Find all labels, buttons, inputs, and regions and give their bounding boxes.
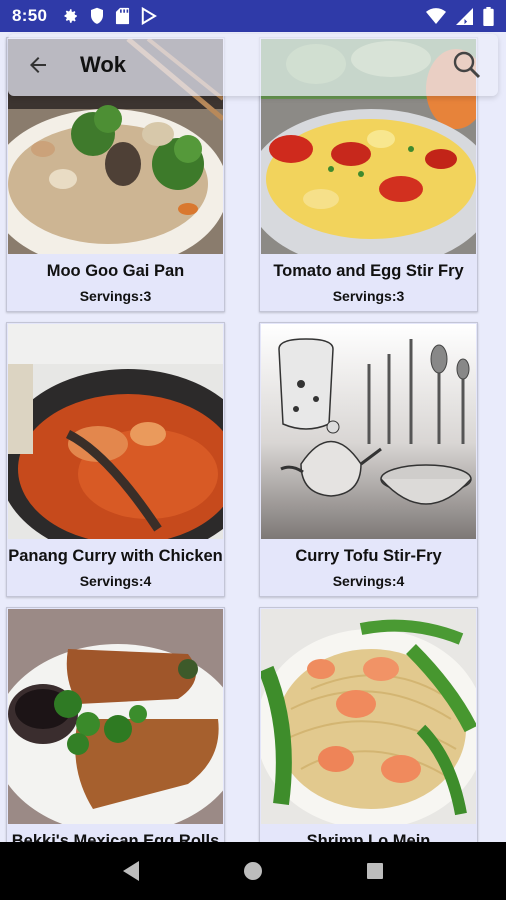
signal-icon (456, 7, 473, 25)
search-toolbar (8, 34, 498, 96)
recipe-card-mexican-egg-rolls[interactable]: Bekki's Mexican Egg Rolls (6, 607, 225, 842)
recipe-title: Tomato and Egg Stir Fry (273, 262, 464, 280)
system-nav-bar (0, 842, 506, 900)
search-icon[interactable] (450, 48, 484, 82)
recipe-photo (261, 324, 476, 539)
shield-icon (89, 7, 105, 25)
recipe-photo (8, 324, 223, 539)
recipe-title: Curry Tofu Stir-Fry (295, 547, 442, 565)
recipe-servings: Servings:3 (79, 288, 152, 304)
recipe-servings: Servings:4 (79, 573, 152, 589)
battery-icon (483, 6, 494, 26)
recipe-servings: Servings:4 (332, 573, 405, 589)
status-time: 8:50 (12, 6, 48, 25)
recipe-photo (261, 609, 476, 824)
recipe-grid: Moo Goo Gai Pan Servings:3 Tomato and Eg… (0, 32, 506, 842)
recipe-title: Panang Curry with Chicken (8, 547, 223, 565)
status-left-icons (61, 7, 158, 25)
sd-card-icon (115, 7, 130, 25)
recipe-card-shrimp-lo-mein[interactable]: Shrimp Lo Mein (259, 607, 478, 842)
status-right-icons (426, 6, 494, 26)
gear-icon (61, 7, 79, 25)
recipe-card-panang-curry[interactable]: Panang Curry with Chicken Servings:4 (6, 322, 225, 597)
recipe-servings: Servings:3 (332, 288, 405, 304)
home-circle-icon[interactable] (233, 851, 273, 891)
back-triangle-icon[interactable] (111, 851, 151, 891)
recipe-title: Bekki's Mexican Egg Rolls (11, 832, 220, 842)
recipe-photo (8, 609, 223, 824)
recents-square-icon[interactable] (355, 851, 395, 891)
play-store-icon (140, 7, 158, 25)
recipe-card-curry-tofu[interactable]: Curry Tofu Stir-Fry Servings:4 (259, 322, 478, 597)
arrow-left-icon[interactable] (20, 47, 56, 83)
search-input[interactable] (80, 52, 420, 78)
recipe-title: Moo Goo Gai Pan (46, 262, 185, 280)
wifi-icon (426, 7, 446, 25)
recipe-title: Shrimp Lo Mein (306, 832, 431, 842)
status-bar: 8:50 (0, 0, 506, 32)
